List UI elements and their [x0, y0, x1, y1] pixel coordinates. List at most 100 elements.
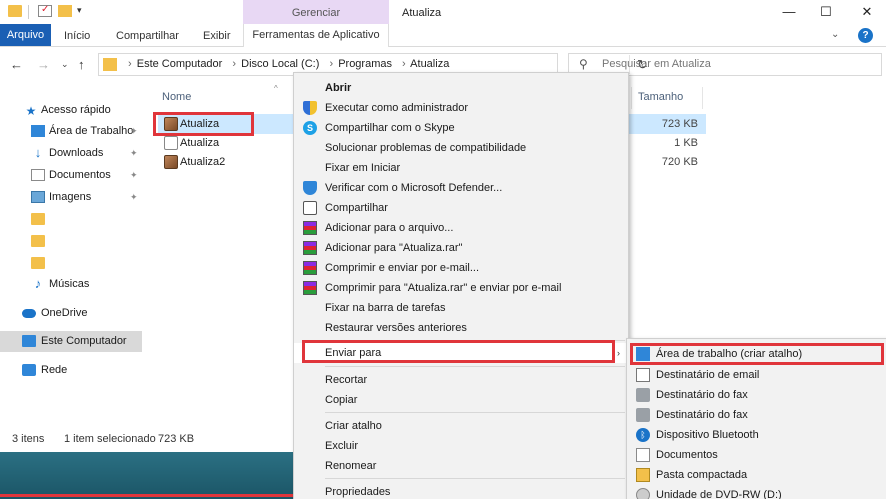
menu-item-dvd-drive[interactable]: Unidade de DVD-RW (D:)	[627, 485, 885, 499]
new-folder-icon[interactable]	[58, 5, 72, 17]
tab-application-tools[interactable]: Ferramentas de Aplicativo	[243, 24, 389, 47]
winrar-icon	[303, 221, 317, 235]
sidebar-item-downloads[interactable]: ↓ Downloads ✦	[0, 143, 145, 164]
sidebar-item-label: Acesso rápido	[41, 104, 111, 116]
breadcrumb-local-disk[interactable]: Disco Local (C:)	[241, 58, 319, 70]
sidebar-item-images[interactable]: Imagens ✦	[0, 187, 145, 208]
desktop-icon	[31, 125, 45, 137]
column-header-size[interactable]: Tamanho	[638, 91, 683, 103]
column-header-name[interactable]: Nome	[162, 91, 191, 103]
recent-locations-icon[interactable]: ⌄	[61, 59, 69, 70]
breadcrumb: › Este Computador › Disco Local (C:) › P…	[123, 58, 451, 70]
breadcrumb-this-pc[interactable]: Este Computador	[137, 58, 223, 70]
menu-item-documents[interactable]: Documentos	[627, 445, 885, 465]
menu-item-scan-defender[interactable]: Verificar com o Microsoft Defender...	[294, 178, 628, 198]
folder-icon	[31, 257, 45, 269]
sidebar-item-folder[interactable]	[0, 209, 145, 230]
menu-item-label: Fixar na barra de tarefas	[325, 302, 446, 314]
forward-arrow-icon[interactable]: →	[37, 57, 50, 72]
menu-item-open[interactable]: Abrir	[294, 78, 628, 98]
sidebar-item-music[interactable]: ♪ Músicas	[0, 274, 145, 295]
image-icon	[31, 191, 45, 203]
winrar-icon	[303, 261, 317, 275]
menu-item-share-skype[interactable]: S Compartilhar com o Skype	[294, 118, 628, 138]
tab-share[interactable]: Compartilhar	[116, 27, 179, 47]
up-arrow-icon[interactable]: ↑	[78, 57, 85, 72]
menu-item-mail-recipient[interactable]: Destinatário de email	[627, 365, 885, 385]
sidebar-item-this-pc[interactable]: Este Computador	[0, 331, 142, 352]
menu-item-label: Compartilhar	[325, 202, 388, 214]
help-icon[interactable]: ?	[858, 28, 873, 43]
column-divider[interactable]	[702, 87, 703, 109]
menu-item-properties[interactable]: Propriedades	[294, 482, 628, 499]
sidebar-item-quick-access[interactable]: ★ Acesso rápido	[0, 100, 145, 121]
menu-item-pin-taskbar[interactable]: Fixar na barra de tarefas	[294, 298, 628, 318]
back-arrow-icon[interactable]: ←	[10, 57, 23, 72]
minimize-button[interactable]: —	[774, 2, 804, 22]
fax-icon	[636, 388, 650, 402]
sidebar-item-network[interactable]: Rede	[0, 360, 145, 381]
menu-item-run-as-admin[interactable]: Executar como administrador	[294, 98, 628, 118]
properties-icon[interactable]	[38, 4, 52, 17]
menu-item-compress-rar-email[interactable]: Comprimir para "Atualiza.rar" e enviar p…	[294, 278, 628, 298]
sidebar-item-folder[interactable]	[0, 253, 145, 274]
menu-item-cut[interactable]: Recortar	[294, 370, 628, 390]
menu-item-label: Recortar	[325, 374, 368, 386]
config-file-icon	[164, 136, 178, 150]
column-divider[interactable]	[631, 87, 632, 109]
menu-item-share[interactable]: Compartilhar	[294, 198, 628, 218]
highlight-box	[630, 343, 884, 365]
document-icon	[31, 169, 45, 181]
menu-item-label: Adicionar para o arquivo...	[325, 222, 454, 234]
dvd-icon	[636, 488, 650, 499]
menu-item-delete[interactable]: Excluir	[294, 436, 628, 456]
computer-icon	[22, 335, 36, 347]
tab-file[interactable]: Arquivo	[0, 24, 51, 46]
menu-separator	[325, 366, 625, 367]
menu-item-troubleshoot-compat[interactable]: Solucionar problemas de compatibilidade	[294, 138, 628, 158]
menu-item-label: Dispositivo Bluetooth	[656, 429, 759, 441]
title-bar: ▾ Gerenciar Atualiza — ☐ ✕	[0, 0, 886, 24]
chevron-down-icon[interactable]: ⌄	[831, 29, 839, 40]
menu-item-label: Unidade de DVD-RW (D:)	[656, 489, 782, 499]
winrar-icon	[303, 241, 317, 255]
menu-item-label: Renomear	[325, 460, 377, 472]
sidebar-item-label: Área de Trabalho	[49, 125, 134, 137]
close-button[interactable]: ✕	[852, 2, 882, 22]
menu-item-pin-start[interactable]: Fixar em Iniciar	[294, 158, 628, 178]
sidebar-item-onedrive[interactable]: OneDrive	[0, 303, 145, 324]
menu-item-add-rar[interactable]: Adicionar para "Atualiza.rar"	[294, 238, 628, 258]
file-name: Atualiza	[180, 137, 220, 149]
tab-home[interactable]: Início	[64, 27, 90, 47]
sidebar-item-desktop[interactable]: Área de Trabalho ✦	[0, 121, 145, 142]
menu-item-zip-folder[interactable]: Pasta compactada	[627, 465, 885, 485]
folder-icon	[31, 235, 45, 247]
maximize-button[interactable]: ☐	[811, 2, 841, 22]
sidebar-item-label: Este Computador	[41, 335, 127, 347]
menu-item-fax-recipient[interactable]: Destinatário do fax	[627, 385, 885, 405]
menu-item-bluetooth[interactable]: ᛒ Dispositivo Bluetooth	[627, 425, 885, 445]
sidebar-item-folder[interactable]	[0, 231, 145, 252]
menu-item-copy[interactable]: Copiar	[294, 390, 628, 410]
tab-view[interactable]: Exibir	[203, 27, 231, 47]
folder-icon[interactable]	[8, 5, 22, 17]
divider	[28, 5, 29, 19]
menu-item-restore-versions[interactable]: Restaurar versões anteriores	[294, 318, 628, 338]
breadcrumb-programs[interactable]: Programas	[338, 58, 392, 70]
menu-item-label: Fixar em Iniciar	[325, 162, 401, 174]
menu-item-fax-recipient[interactable]: Destinatário do fax	[627, 405, 885, 425]
sidebar-item-label: Músicas	[49, 278, 90, 290]
zip-folder-icon	[636, 468, 650, 482]
menu-item-rename[interactable]: Renomear	[294, 456, 628, 476]
status-bar: 3 itens 1 item selecionado 723 KB	[0, 430, 294, 450]
customize-toolbar-icon[interactable]: ▾	[77, 5, 82, 16]
search-input[interactable]	[602, 58, 872, 70]
sidebar-item-documents[interactable]: Documentos ✦	[0, 165, 145, 186]
breadcrumb-atualiza[interactable]: Atualiza	[410, 58, 449, 70]
menu-item-create-shortcut[interactable]: Criar atalho	[294, 416, 628, 436]
music-icon: ♪	[34, 276, 42, 291]
bluetooth-icon: ᛒ	[636, 428, 650, 442]
menu-item-compress-email[interactable]: Comprimir e enviar por e-mail...	[294, 258, 628, 278]
menu-item-add-archive[interactable]: Adicionar para o arquivo...	[294, 218, 628, 238]
status-selection: 1 item selecionado	[64, 433, 156, 445]
